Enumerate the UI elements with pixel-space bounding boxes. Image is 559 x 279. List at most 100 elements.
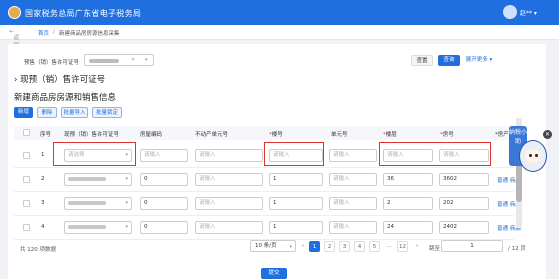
row-index: 3 (41, 200, 45, 206)
goto-page-input[interactable]: 1 (441, 240, 503, 252)
row-checkbox[interactable] (23, 176, 30, 183)
main-section-title: 新建商品房房源和销售信息 (14, 93, 117, 103)
page-ellipsis[interactable]: ... (384, 241, 394, 252)
site-title: 国家税务总局广东省电子税务局 (25, 9, 142, 18)
chevron-down-icon: ▾ (125, 224, 128, 230)
building-no-input[interactable]: 1 (269, 221, 323, 234)
unit-no-input[interactable]: 请输入 (329, 173, 377, 186)
top-bar: 国家税务总局广东省电子税务局 赵** ▾ (0, 0, 559, 25)
page-button-12[interactable]: 12 (397, 241, 408, 252)
breadcrumb-current: 新建商品房房源信息采集 (59, 31, 120, 37)
permit-select[interactable]: ▾ (64, 221, 132, 234)
batch-import-button[interactable]: 批量导入 (61, 107, 88, 118)
page-size-select[interactable]: 10 条/页 ▾ (250, 240, 296, 252)
permit-select[interactable]: ▾ (64, 173, 132, 186)
table-row: 3 ▾ 0 请输入 1 请输入 2 202 普通 商品 (14, 192, 521, 216)
tax-bureau-logo (8, 6, 21, 19)
room-no-input[interactable]: 202 (439, 197, 489, 210)
avatar[interactable] (503, 5, 517, 19)
room-no-input[interactable]: 2402 (439, 221, 489, 234)
building-no-input[interactable]: 1 (269, 197, 323, 210)
building-code-input[interactable]: 0 (140, 221, 188, 234)
unit-no-input[interactable]: 请输入 (329, 221, 377, 234)
expand-more-button[interactable]: 展开更多 ▾ (463, 55, 495, 66)
mascot-eye (529, 154, 532, 157)
col-building-code: 房屋编码 (140, 132, 163, 138)
floor-input[interactable]: 36 (383, 173, 433, 186)
chevron-down-icon: ▾ (125, 176, 128, 182)
mascot-face (525, 149, 541, 163)
breadcrumb-separator: / (53, 29, 55, 35)
user-name[interactable]: 赵** ▾ (520, 8, 537, 17)
batch-lock-button[interactable]: 批量锁定 (92, 107, 122, 118)
highlight-box-floor-room (379, 142, 491, 166)
reset-button[interactable]: 查置 (411, 55, 433, 66)
permit-filter-label: 预售（销）售许可证号 (24, 60, 80, 66)
building-code-input[interactable]: 0 (140, 197, 188, 210)
redacted-value (68, 224, 106, 229)
redacted-value (68, 176, 106, 181)
building-code-input[interactable]: 请输入 (140, 149, 188, 162)
row-checkbox[interactable] (23, 224, 30, 231)
query-button[interactable]: 查询 (438, 55, 460, 66)
breadcrumb: ← 返回 首页 / 新建商品房房源信息采集 (0, 25, 559, 49)
table-header: 序号 现预（销）售许可证号 房屋编码 不动产单元号 *楼号 单元号 *楼层 *房… (14, 126, 514, 140)
floor-input[interactable]: 24 (383, 221, 433, 234)
delete-button[interactable]: 删除 (37, 107, 57, 118)
building-no-input[interactable]: 1 (269, 173, 323, 186)
col-floor: *楼层 (383, 132, 397, 138)
row-index: 2 (41, 176, 45, 182)
col-property-unit: 不动产单元号 (195, 132, 229, 138)
mascot-eye (535, 154, 538, 157)
table-row: 4 ▾ 0 请输入 1 请输入 24 2402 普通 商品 (14, 216, 521, 240)
table-row: 2 ▾ 0 请输入 1 请输入 36 3602 普通 商品 (14, 168, 521, 192)
col-unit-no: 单元号 (331, 132, 348, 138)
row-checkbox[interactable] (23, 152, 30, 159)
page-button-4[interactable]: 4 (354, 241, 365, 252)
property-unit-input[interactable]: 请输入 (195, 173, 263, 186)
prev-page-button[interactable]: ‹ (299, 241, 307, 252)
property-unit-input[interactable]: 请输入 (195, 221, 263, 234)
redacted-value (68, 200, 106, 205)
page-button-1[interactable]: 1 (309, 241, 320, 252)
submit-button[interactable]: 提交 (261, 268, 287, 279)
page-button-2[interactable]: 2 (324, 241, 335, 252)
property-unit-input[interactable]: 请输入 (195, 149, 263, 162)
chevron-down-icon: ▾ (289, 244, 292, 250)
next-page-button[interactable]: › (413, 241, 421, 252)
highlight-box-permit (53, 142, 136, 166)
goto-label: 跳至 (429, 246, 441, 252)
room-no-input[interactable]: 3602 (439, 173, 489, 186)
total-pages: / 12 页 (508, 246, 526, 252)
permit-section-title[interactable]: › 现预（销）售许可证号 (14, 73, 105, 85)
col-permit: 现预（销）售许可证号 (64, 132, 120, 138)
page-button-5[interactable]: 5 (369, 241, 380, 252)
redacted-value (89, 59, 119, 63)
row-index: 4 (41, 224, 45, 230)
clear-icon[interactable]: ✕ (131, 57, 135, 63)
chevron-down-icon: ▾ (145, 57, 148, 63)
property-unit-input[interactable]: 请输入 (195, 197, 263, 210)
close-icon[interactable]: ✕ (543, 130, 552, 139)
row-index: 1 (41, 152, 45, 158)
tax-assistant-widget[interactable]: 纳税小助 ✕ (505, 126, 552, 190)
breadcrumb-home[interactable]: 首页 (38, 29, 49, 37)
floor-input[interactable]: 2 (383, 197, 433, 210)
building-code-input[interactable]: 0 (140, 173, 188, 186)
add-button[interactable]: 新增 (14, 107, 33, 118)
unit-no-input[interactable]: 请输入 (329, 149, 377, 162)
col-building-no: *楼号 (269, 132, 283, 138)
page-button-3[interactable]: 3 (339, 241, 350, 252)
row-checkbox[interactable] (23, 200, 30, 207)
col-index: 序号 (40, 132, 52, 138)
back-link[interactable]: ← 返回 (9, 29, 19, 49)
col-room-no: *房号 (440, 132, 454, 138)
unit-no-input[interactable]: 请输入 (329, 197, 377, 210)
highlight-box-building (264, 142, 324, 166)
permit-select[interactable]: ▾ (64, 197, 132, 210)
permit-filter-select[interactable]: ✕ ▾ (84, 54, 154, 66)
total-count: 共 120 项数据 (20, 247, 56, 253)
chevron-down-icon: ▾ (125, 200, 128, 206)
assistant-mascot-icon[interactable] (519, 140, 547, 172)
select-all-checkbox[interactable] (23, 129, 30, 136)
